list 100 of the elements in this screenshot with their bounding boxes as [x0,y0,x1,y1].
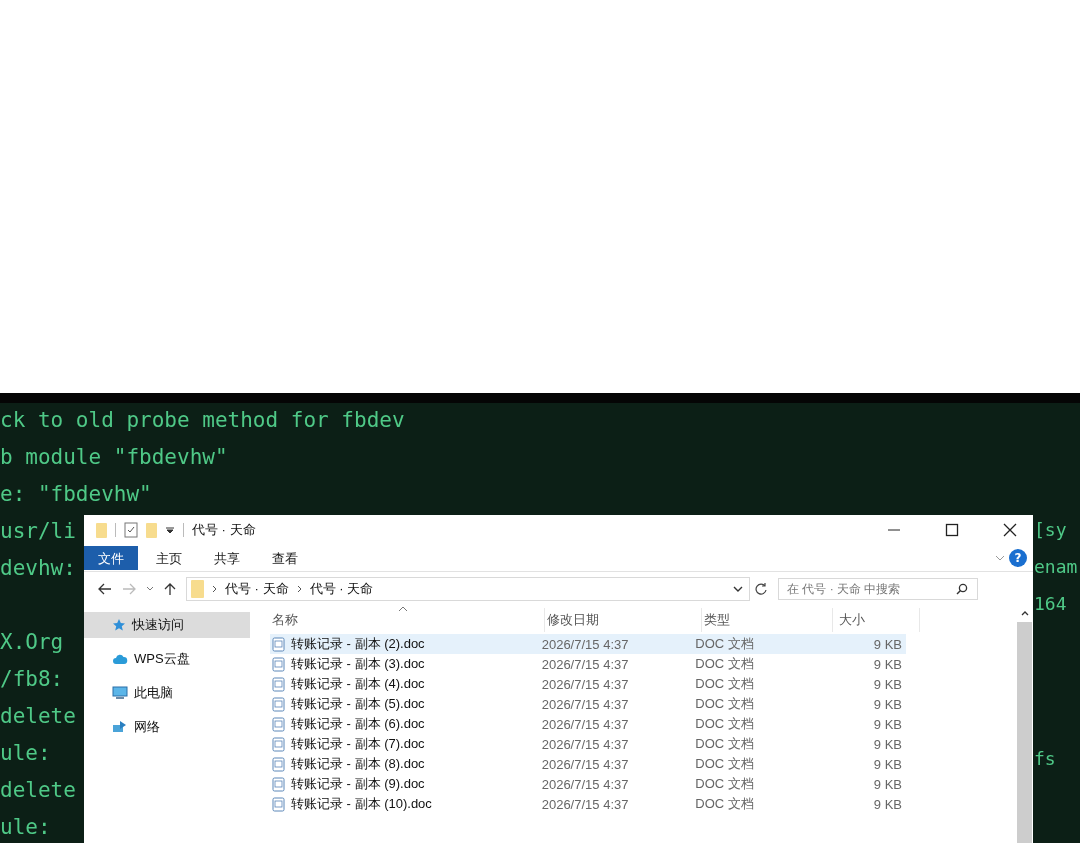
terminal-line: ule: [0,814,51,840]
terminal-line: 164 [1034,593,1068,616]
sidebar-item[interactable]: 网络 [84,714,250,740]
file-name: 转账记录 - 副本 (6).doc [291,715,425,733]
computer-icon [112,686,128,700]
ribbon-tab[interactable]: 主页 [142,546,196,570]
type-text: DOC 文档 [695,635,754,653]
file-row[interactable]: 转账记录 - 副本 (3).doc 2026/7/15 4:37 DOC 文档 9 KB [270,654,906,674]
terminal-line: fs [1034,748,1057,771]
document-icon [272,676,285,692]
terminal-line: ule: [0,740,51,766]
breadcrumb[interactable]: 代号 · 天命 [309,580,374,598]
size-text: 9 KB [873,676,902,692]
network-icon [112,720,128,734]
size-text: 9 KB [873,736,902,752]
document-icon [272,636,285,652]
chevron-icon [296,585,302,593]
date-text: 2026/7/15 4:37 [541,716,629,732]
breadcrumb[interactable]: 代号 · 天命 [225,580,289,598]
sidebar-item[interactable]: WPS云盘 [84,646,250,672]
date-text: 2026/7/15 4:37 [541,736,629,752]
star-icon [112,618,126,632]
size-text: 9 KB [873,656,902,672]
terminal-line: delete [0,703,76,729]
file-name: 转账记录 - 副本 (10).doc [291,795,432,813]
type-text: DOC 文档 [695,695,754,713]
sort-icon [398,606,408,612]
scroll-up-icon[interactable] [1020,610,1029,616]
date-text: 2026/7/15 4:37 [541,696,629,712]
window-title: 代号 · 天命 [192,521,256,539]
file-row[interactable]: 转账记录 - 副本 (7).doc 2026/7/15 4:37 DOC 文档 9 KB [270,734,906,754]
ribbon-tab[interactable]: 查看 [258,546,312,570]
search-field[interactable]: 在 代号 · 天命 中搜索 [778,578,978,600]
help-button[interactable]: ? [1009,549,1027,567]
type-text: DOC 文档 [695,795,754,813]
column-header[interactable]: 大小 [833,608,920,632]
terminal-line: [sy [1034,519,1068,542]
scrollbar-thumb[interactable] [1017,622,1032,843]
file-row[interactable]: 转账记录 - 副本 (4).doc 2026/7/15 4:37 DOC 文档 9 KB [270,674,906,694]
file-name: 转账记录 - 副本 (2).doc [291,635,425,653]
column-header[interactable]: 类型 [702,608,833,632]
ribbon-tab[interactable]: 文件 [84,546,138,570]
type-text: DOC 文档 [695,775,754,793]
terminal-line: b module "fbdevhw" [0,444,228,470]
terminal-line: ck to old probe method for fbdev [0,407,405,433]
file-row[interactable]: 转账记录 - 副本 (10).doc 2026/7/15 4:37 DOC 文档 9 KB [270,794,906,814]
file-name: 转账记录 - 副本 (8).doc [291,755,425,773]
column-header[interactable]: 修改日期 [545,608,702,632]
document-icon [272,796,285,812]
file-name: 转账记录 - 副本 (9).doc [291,775,425,793]
maximize-button[interactable] [945,523,959,537]
up-icon[interactable] [164,582,176,596]
file-name: 转账记录 - 副本 (7).doc [291,735,425,753]
file-row[interactable]: 转账记录 - 副本 (2).doc 2026/7/15 4:37 DOC 文档 9 KB [270,634,906,654]
terminal-line: devhw: [0,555,76,581]
chevron-icon[interactable] [733,585,743,593]
terminal-line: usr/li [0,518,76,544]
dropdown-icon[interactable] [165,525,175,535]
file-name: 转账记录 - 副本 (5).doc [291,695,425,713]
document-icon [272,776,285,792]
date-text: 2026/7/15 4:37 [541,636,629,652]
terminal-line: X.Org [0,629,64,655]
size-text: 9 KB [873,716,902,732]
sidebar-item[interactable]: 快速访问 [84,612,250,638]
file-row[interactable]: 转账记录 - 副本 (8).doc 2026/7/15 4:37 DOC 文档 9 KB [270,754,906,774]
type-text: DOC 文档 [695,715,754,733]
type-text: DOC 文档 [695,655,754,673]
date-text: 2026/7/15 4:37 [541,776,629,792]
terminal-line: /fb8: [0,666,64,692]
type-text: DOC 文档 [695,735,754,753]
folder-icon [191,580,204,598]
file-name: 转账记录 - 副本 (3).doc [291,655,425,673]
file-row[interactable]: 转账记录 - 副本 (9).doc 2026/7/15 4:37 DOC 文档 9 KB [270,774,906,794]
size-text: 9 KB [873,796,902,812]
ribbon-tab[interactable]: 共享 [200,546,254,570]
date-text: 2026/7/15 4:37 [541,656,629,672]
checklist-icon[interactable] [124,522,138,538]
document-icon [272,716,285,732]
sidebar-item[interactable]: 此电脑 [84,680,250,706]
refresh-icon[interactable] [754,582,768,596]
type-text: DOC 文档 [695,755,754,773]
document-icon [272,736,285,752]
back-icon[interactable] [98,583,112,595]
terminal-line: e: "fbdevhw" [0,481,152,507]
document-icon [272,696,285,712]
close-button[interactable] [1003,523,1017,537]
address-bar[interactable]: 代号 · 天命 代号 · 天命 [186,577,750,601]
type-text: DOC 文档 [695,675,754,693]
date-text: 2026/7/15 4:37 [541,796,629,812]
file-name: 转账记录 - 副本 (4).doc [291,675,425,693]
column-header[interactable]: 名称 [270,608,545,632]
size-text: 9 KB [873,756,902,772]
file-row[interactable]: 转账记录 - 副本 (5).doc 2026/7/15 4:37 DOC 文档 9 KB [270,694,906,714]
terminal-line: enam [1034,556,1079,579]
document-icon [272,756,285,772]
size-text: 9 KB [873,776,902,792]
size-text: 9 KB [873,696,902,712]
terminal-line: delete [0,777,76,803]
document-icon [272,656,285,672]
file-row[interactable]: 转账记录 - 副本 (6).doc 2026/7/15 4:37 DOC 文档 9 KB [270,714,906,734]
